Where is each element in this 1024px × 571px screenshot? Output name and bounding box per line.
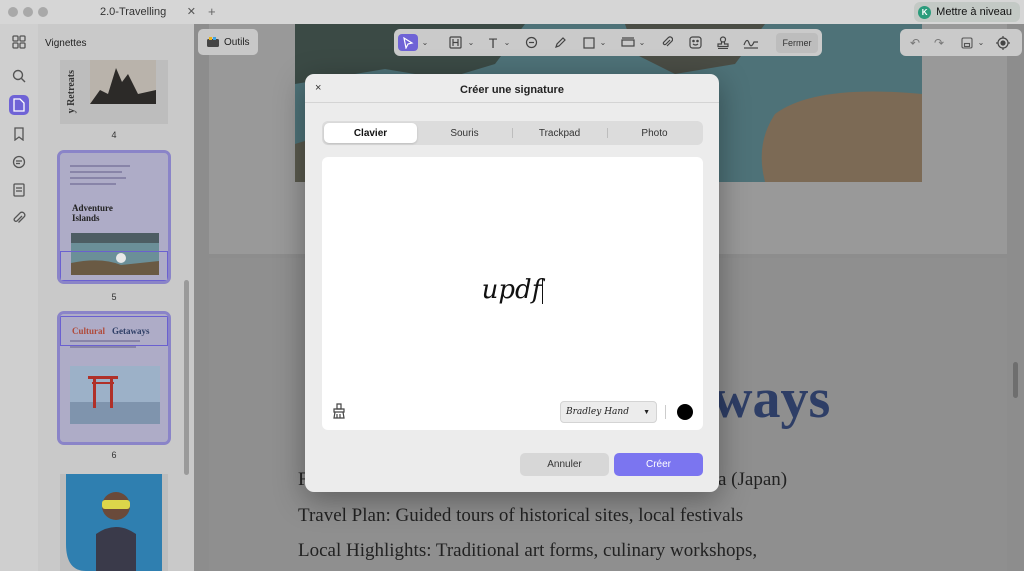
thumbnail-heading: Getaways — [112, 326, 150, 336]
font-select[interactable]: Bradley Hand ▼ — [560, 401, 657, 423]
signature-text: updf — [481, 275, 542, 305]
save-icon[interactable] — [958, 34, 976, 51]
close-tab-icon[interactable]: ✕ — [187, 5, 196, 18]
upgrade-button[interactable]: K Mettre à niveau — [914, 2, 1020, 22]
tab-mouse[interactable]: Souris — [418, 123, 511, 143]
font-name: Bradley Hand — [566, 407, 629, 417]
document-scrollbar[interactable] — [1013, 362, 1018, 398]
dialog-title: Créer une signature — [460, 84, 564, 96]
redo-icon[interactable]: ↷ — [930, 34, 948, 51]
pencil-tool-icon[interactable] — [551, 34, 569, 51]
headline-fragment: ways — [712, 368, 831, 430]
tab-keyboard[interactable]: Clavier — [324, 123, 417, 143]
document-line-3: Local Highlights: Traditional art forms,… — [298, 540, 758, 561]
new-tab-icon[interactable]: + — [208, 4, 216, 19]
chevron-down-icon[interactable]: ⌄ — [420, 34, 430, 51]
rock-image — [90, 60, 156, 104]
chevron-down-icon[interactable]: ⌄ — [976, 34, 986, 51]
document-tab[interactable]: 2.0-Travelling ✕ — [60, 0, 202, 24]
zoom-window-icon[interactable] — [38, 7, 48, 17]
highlight-tool-icon[interactable] — [446, 34, 464, 51]
left-rail — [0, 24, 38, 571]
thumbnail-page-5[interactable]: Adventure Islands — [57, 150, 171, 284]
diver-image — [66, 474, 162, 571]
select-tool-icon[interactable] — [398, 34, 418, 51]
ai-assistant-icon[interactable] — [994, 34, 1012, 51]
divider — [305, 102, 719, 103]
create-signature-dialog: × Créer une signature Clavier Souris Tra… — [305, 74, 719, 492]
document-icon[interactable] — [9, 180, 29, 200]
input-method-tabs: Clavier Souris Trackpad Photo — [322, 121, 703, 145]
chevron-down-icon[interactable]: ⌄ — [502, 34, 512, 51]
sticker-tool-icon[interactable] — [686, 34, 704, 51]
history-toolbar: ↶ ↷ ⌄ — [900, 29, 1022, 56]
signature-tool-icon[interactable] — [742, 34, 760, 51]
text-tool-icon[interactable]: T — [484, 34, 502, 51]
annotation-toolbar: ⌄ ⌄ T ⌄ ⌄ ⌄ Fermer — [394, 29, 822, 56]
close-tools-button[interactable]: Fermer — [776, 33, 818, 53]
document-line-1-end: a (Japan) — [718, 469, 788, 490]
page-number: 5 — [111, 292, 117, 302]
thumbnail-scrollbar[interactable] — [184, 280, 189, 475]
divider — [665, 405, 666, 419]
upgrade-label: Mettre à niveau — [936, 6, 1012, 18]
chevron-down-icon[interactable]: ⌄ — [637, 34, 647, 51]
attachment-icon[interactable] — [9, 208, 29, 228]
cancel-button[interactable]: Annuler — [520, 453, 609, 476]
chevron-down-icon[interactable]: ⌄ — [466, 34, 476, 51]
thumbnail-heading: Cultural — [72, 326, 106, 336]
toolbox-icon — [207, 37, 219, 47]
minimize-window-icon[interactable] — [23, 7, 33, 17]
tools-button[interactable]: Outils — [198, 29, 258, 55]
text-cursor — [542, 278, 544, 304]
stamp-tool-icon[interactable] — [714, 34, 732, 51]
create-button[interactable]: Créer — [614, 453, 703, 476]
page-number: 6 — [111, 450, 117, 460]
dropdown-arrow-icon: ▼ — [643, 408, 650, 416]
tools-label: Outils — [224, 36, 250, 48]
signature-preview: updf — [322, 275, 703, 305]
search-icon[interactable] — [9, 66, 29, 86]
panel-title: Vignettes — [45, 38, 87, 49]
thumbnail-page-7[interactable] — [60, 474, 168, 571]
measure-tool-icon[interactable] — [619, 34, 637, 51]
clear-icon[interactable] — [332, 403, 346, 424]
thumbnail-heading: Islands — [72, 213, 100, 223]
bookmark-icon[interactable] — [9, 124, 29, 144]
close-window-icon[interactable] — [8, 7, 18, 17]
ink-color-swatch[interactable] — [677, 404, 693, 420]
thumbnail-page-4[interactable]: y Retreats — [60, 60, 168, 124]
tab-photo[interactable]: Photo — [608, 123, 701, 143]
thumbnail-heading: Adventure — [72, 203, 113, 213]
shape-tool-icon[interactable] — [580, 34, 598, 51]
tab-title: 2.0-Travelling — [100, 6, 167, 18]
document-line-2: Travel Plan: Guided tours of historical … — [298, 505, 744, 526]
grid-icon[interactable] — [9, 32, 29, 52]
thumbnail-heading: y Retreats — [66, 70, 77, 114]
comment-tool-icon[interactable] — [522, 34, 540, 51]
upgrade-badge-icon: K — [918, 5, 932, 19]
thumbnails-icon[interactable] — [9, 95, 29, 115]
attachment-tool-icon[interactable] — [658, 34, 676, 51]
comment-icon[interactable] — [9, 152, 29, 172]
title-bar: 2.0-Travelling ✕ + K Mettre à niveau — [0, 0, 1024, 24]
torii-image — [70, 366, 160, 424]
undo-icon[interactable]: ↶ — [906, 34, 924, 51]
tab-trackpad[interactable]: Trackpad — [513, 123, 606, 143]
chevron-down-icon[interactable]: ⌄ — [598, 34, 608, 51]
thumbnail-page-6[interactable]: Cultural Getaways — [57, 311, 171, 445]
signature-canvas[interactable]: updf Bradley Hand ▼ — [322, 157, 703, 430]
thumbnails-panel: Vignettes y Retreats 4 Adventure Islands… — [38, 24, 194, 571]
page-number: 4 — [111, 130, 117, 140]
